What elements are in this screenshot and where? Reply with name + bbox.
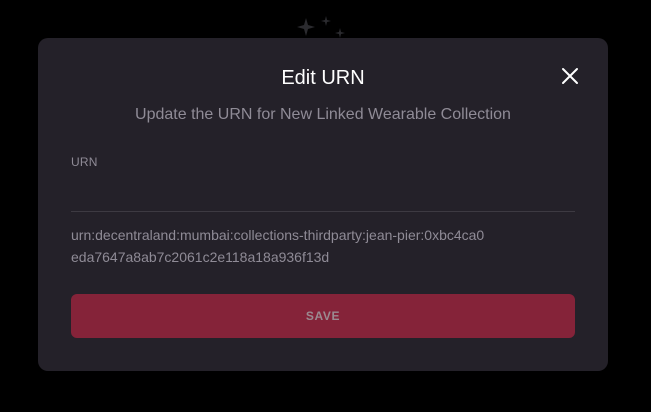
modal-title: Edit URN	[281, 67, 365, 89]
close-button[interactable]	[558, 64, 582, 88]
urn-preview-text: urn:decentraland:mumbai:collections-thir…	[71, 227, 485, 265]
close-icon	[562, 68, 578, 84]
edit-urn-modal: Edit URN Update the URN for New Linked W…	[38, 38, 608, 371]
modal-subtitle: Update the URN for New Linked Wearable C…	[135, 106, 511, 123]
sparkle-icon	[297, 16, 345, 38]
urn-input[interactable]	[71, 178, 575, 212]
save-button[interactable]: SAVE	[71, 294, 575, 338]
urn-field-label: URN	[71, 155, 98, 169]
